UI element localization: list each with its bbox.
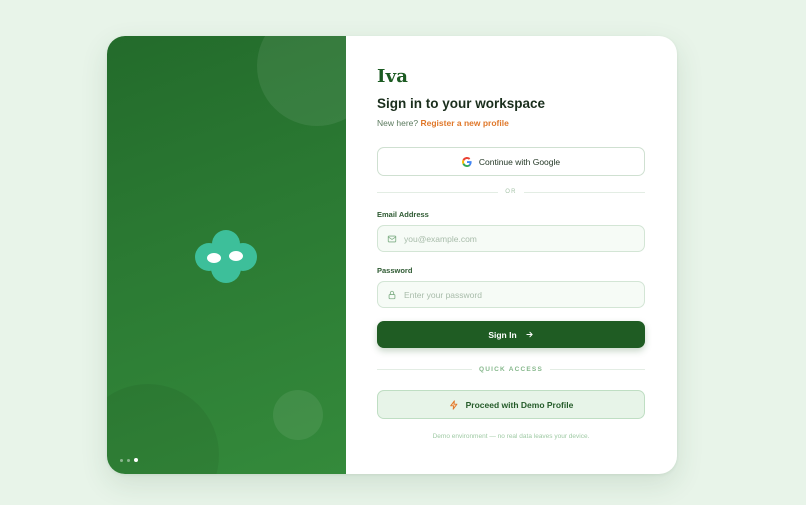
quick-access-heading: QUICK ACCESS: [479, 365, 543, 373]
mail-icon: [387, 235, 397, 242]
demo-profile-button[interactable]: Proceed with Demo Profile: [377, 390, 645, 419]
carousel-dot-active[interactable]: [134, 458, 138, 462]
or-divider: OR: [377, 187, 645, 197]
demo-footnote: Demo environment — no real data leaves y…: [432, 433, 590, 440]
brand-logo: Iva: [377, 66, 409, 87]
email-label: Email Address: [377, 210, 429, 219]
lightning-icon: [449, 399, 458, 410]
email-field-wrapper: [377, 225, 645, 252]
lock-icon: [388, 290, 396, 299]
divider-line: [377, 368, 472, 370]
carousel-indicator: [120, 458, 138, 462]
register-link[interactable]: Register a new profile: [420, 118, 508, 128]
arrow-right-icon: [526, 331, 533, 338]
cloud-mascot-icon: [195, 230, 257, 283]
divider-line: [377, 191, 499, 193]
page-title: Sign in to your workspace: [377, 96, 546, 111]
subtitle: New here? Register a new profile: [377, 118, 509, 128]
google-signin-button[interactable]: Continue with Google: [377, 147, 645, 176]
subtitle-text: New here?: [377, 118, 419, 128]
password-field-wrapper: [377, 281, 645, 308]
signin-button[interactable]: Sign In: [377, 321, 645, 348]
email-input[interactable]: [404, 233, 644, 244]
decor-circle-top: [257, 36, 346, 126]
quick-access-divider: QUICK ACCESS: [377, 364, 645, 374]
password-input[interactable]: [404, 289, 644, 300]
hero-panel: [107, 36, 346, 474]
auth-card: Iva Sign in to your workspace New here? …: [107, 36, 677, 474]
carousel-dot[interactable]: [127, 458, 130, 462]
signin-label: Sign In: [488, 329, 517, 340]
password-label: Password: [377, 266, 413, 275]
signin-form: Iva Sign in to your workspace New here? …: [346, 36, 677, 474]
demo-profile-label: Proceed with Demo Profile: [465, 399, 574, 410]
google-signin-label: Continue with Google: [478, 156, 561, 167]
divider-line: [550, 368, 645, 370]
divider-line: [523, 191, 645, 193]
divider-text: OR: [505, 189, 517, 195]
decor-circle-small: [273, 390, 323, 440]
google-icon: [461, 156, 472, 167]
carousel-dot[interactable]: [120, 458, 123, 462]
